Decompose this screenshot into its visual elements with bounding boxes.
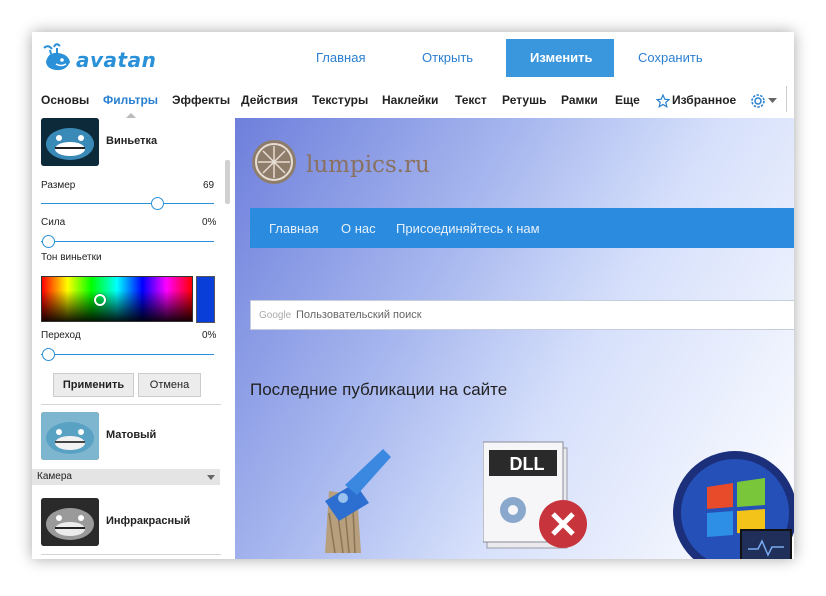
menu-filters[interactable]: Фильтры bbox=[103, 93, 158, 107]
transition-slider[interactable] bbox=[41, 354, 214, 355]
shark-icon bbox=[41, 498, 99, 546]
strength-slider-knob[interactable] bbox=[42, 235, 55, 248]
chevron-down-icon bbox=[207, 475, 215, 480]
search-brand: Google bbox=[259, 310, 292, 321]
site-nav-bar: Главная О нас Присоединяйтесь к нам bbox=[250, 208, 794, 248]
menu-basics[interactable]: Основы bbox=[41, 93, 89, 107]
menu-effects[interactable]: Эффекты bbox=[172, 93, 230, 107]
site-nav-join: Присоединяйтесь к нам bbox=[396, 221, 540, 236]
strength-value: 0% bbox=[202, 217, 217, 228]
filter-matte-name: Матовый bbox=[106, 429, 157, 441]
menu-textures[interactable]: Текстуры bbox=[312, 93, 368, 107]
gear-icon bbox=[500, 497, 526, 523]
tone-label: Тон виньетки bbox=[41, 252, 102, 263]
dll-label: DLL bbox=[509, 454, 545, 474]
filter-vignette-name: Виньетка bbox=[106, 135, 158, 147]
nav-save[interactable]: Сохранить bbox=[614, 39, 732, 77]
menu-divider bbox=[786, 86, 787, 112]
transition-slider-knob[interactable] bbox=[42, 348, 55, 361]
lemon-logo-icon bbox=[252, 140, 296, 184]
apply-button[interactable]: Применить bbox=[53, 373, 134, 397]
infrared-thumbnail[interactable] bbox=[41, 498, 99, 546]
avatan-logo[interactable]: avatan bbox=[42, 40, 157, 76]
camera-label: Камера bbox=[37, 471, 72, 482]
transition-value: 0% bbox=[202, 330, 217, 341]
logo-text: avatan bbox=[76, 48, 157, 72]
selected-color-swatch[interactable] bbox=[196, 276, 215, 323]
matte-thumbnail[interactable] bbox=[41, 412, 99, 460]
menu-more[interactable]: Еще bbox=[615, 93, 640, 107]
strength-label: Сила bbox=[41, 217, 66, 228]
site-nav-about: О нас bbox=[341, 221, 376, 236]
star-icon bbox=[656, 94, 670, 108]
color-palette[interactable] bbox=[41, 276, 193, 322]
search-placeholder: Пользовательский поиск bbox=[296, 309, 422, 321]
size-value: 69 bbox=[203, 180, 215, 191]
menu-text[interactable]: Текст bbox=[455, 93, 487, 107]
size-slider-knob[interactable] bbox=[151, 197, 164, 210]
camera-category[interactable]: Камера bbox=[32, 469, 220, 485]
close-icon bbox=[539, 500, 587, 548]
strength-slider[interactable] bbox=[41, 241, 214, 242]
image-canvas[interactable]: lumpics.ru Главная О нас Присоединяйтесь… bbox=[235, 118, 794, 559]
menu-favorites[interactable]: Избранное bbox=[672, 93, 736, 107]
filter-infrared-name: Инфракрасный bbox=[106, 515, 191, 527]
filter-separator bbox=[41, 404, 221, 405]
size-slider[interactable] bbox=[41, 203, 214, 204]
shark-icon bbox=[41, 412, 99, 460]
menu-frames[interactable]: Рамки bbox=[561, 93, 598, 107]
menu-actions[interactable]: Действия bbox=[241, 93, 298, 107]
vignette-thumbnail[interactable] bbox=[41, 118, 99, 166]
menu-retouch[interactable]: Ретушь bbox=[502, 93, 546, 107]
activity-icon bbox=[748, 539, 784, 557]
color-picker-handle[interactable] bbox=[94, 294, 106, 306]
filter-separator bbox=[41, 554, 221, 555]
sidebar-scrollbar[interactable] bbox=[225, 160, 230, 204]
broom-icon bbox=[325, 449, 391, 554]
site-heading: Последние публикации на сайте bbox=[250, 380, 508, 399]
top-nav: Главная Открыть Изменить Сохранить bbox=[292, 39, 732, 77]
site-title: lumpics.ru bbox=[306, 152, 430, 178]
gear-icon[interactable] bbox=[750, 93, 766, 109]
tool-menu: Основы Фильтры Эффекты Действия Текстуры… bbox=[32, 90, 794, 112]
site-search-box: Google Пользовательский поиск bbox=[250, 300, 794, 330]
nav-home[interactable]: Главная bbox=[292, 39, 398, 77]
app-window: avatan Главная Открыть Изменить Сохранит… bbox=[32, 32, 794, 559]
cancel-button[interactable]: Отмена bbox=[138, 373, 201, 397]
nav-open[interactable]: Открыть bbox=[398, 39, 506, 77]
size-label: Размер bbox=[41, 180, 76, 191]
menu-stickers[interactable]: Наклейки bbox=[382, 93, 438, 107]
site-nav-home: Главная bbox=[269, 221, 319, 236]
nav-edit[interactable]: Изменить bbox=[506, 39, 614, 77]
shark-icon bbox=[41, 118, 99, 166]
chevron-down-icon[interactable] bbox=[768, 98, 777, 104]
transition-label: Переход bbox=[41, 330, 81, 341]
overlay-widget[interactable] bbox=[740, 529, 792, 559]
filter-sidebar: Виньетка Размер 69 Сила 0% Тон виньетки … bbox=[32, 118, 235, 559]
